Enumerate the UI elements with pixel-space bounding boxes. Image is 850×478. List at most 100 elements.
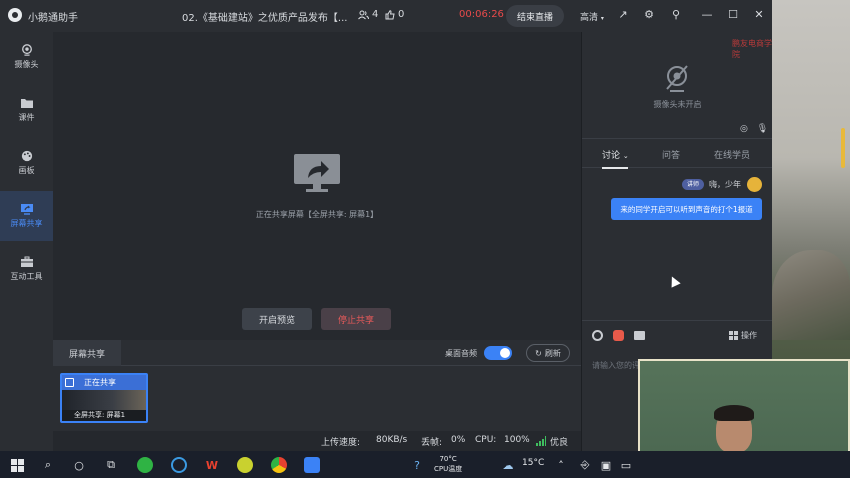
checkbox-icon: [65, 378, 74, 387]
left-sidebar: 摄像头 课件 画板 屏幕共享 互动工具: [0, 32, 53, 451]
frame-drop-value: 0%: [451, 435, 466, 445]
chevron-down-icon: ▾: [600, 15, 604, 22]
gift-icon[interactable]: [613, 330, 624, 341]
camera-tools: ◎ 🎙: [740, 124, 768, 134]
microphone-icon[interactable]: 🎙: [757, 124, 768, 134]
cortana-icon[interactable]: ○: [71, 457, 87, 473]
screen-share-icon: [20, 204, 33, 215]
app-name: 小鹅通助手: [28, 13, 78, 24]
sidebar-item-camera[interactable]: 摄像头: [0, 32, 53, 82]
close-icon[interactable]: ✕: [752, 8, 766, 22]
divider: [121, 365, 581, 366]
task-view-icon[interactable]: ⧉: [103, 457, 119, 473]
presenter-hair: [714, 405, 754, 421]
brand-watermark: 鹏友电商学院: [732, 39, 772, 59]
live-timer: 00:06:26: [459, 9, 504, 20]
thumbnail-caption: 全屏共享: 屏幕1: [62, 410, 146, 421]
camera-off-text: 摄像头未开启: [653, 100, 702, 109]
tab-online-students[interactable]: 在线学员: [714, 148, 750, 161]
share-out-icon[interactable]: ↗: [616, 8, 630, 22]
viewers-count: 4: [358, 9, 378, 20]
sidebar-item-label: 屏幕共享: [10, 219, 43, 228]
chevron-up-icon[interactable]: ˄: [553, 457, 569, 473]
maximize-icon[interactable]: ☐: [726, 8, 740, 22]
minimize-icon[interactable]: —: [700, 8, 714, 22]
windows-start-icon[interactable]: [9, 457, 25, 473]
pin-icon[interactable]: ⚲: [669, 8, 683, 22]
settings-icon[interactable]: ⚙: [642, 8, 656, 22]
camera-off-icon: [666, 65, 688, 92]
help-icon[interactable]: ?: [409, 457, 425, 473]
upload-speed-value: 80KB/s: [376, 435, 408, 445]
upload-speed-label: 上传速度:: [321, 438, 361, 448]
sidebar-item-whiteboard[interactable]: 画板: [0, 138, 53, 188]
sidebar-item-label: 互动工具: [10, 272, 43, 281]
end-live-button[interactable]: 结束直播: [506, 5, 564, 27]
mouse-cursor-icon: [667, 274, 681, 288]
tab-discussion[interactable]: 讨论 ⌄: [602, 148, 629, 161]
viewers-count-value: 4: [372, 9, 379, 20]
weather-icon: ☁: [502, 458, 514, 472]
refresh-label: 刷新: [544, 348, 561, 358]
palette-icon: [21, 150, 32, 162]
sidebar-item-screen-share[interactable]: 屏幕共享: [0, 191, 53, 241]
quality-select[interactable]: 高清 ▾: [580, 10, 604, 23]
quality-label: 高清: [580, 13, 599, 23]
folder-icon[interactable]: [634, 331, 645, 340]
likes-count-value: 0: [398, 9, 405, 20]
screen-thumbnail[interactable]: 正在共享 全屏共享: 屏幕1: [60, 373, 148, 423]
course-title: 02.《基础建站》之优质产品发布【...: [182, 13, 348, 24]
likes-count: 0: [385, 9, 404, 20]
wallpaper-hill: [772, 250, 850, 340]
tab-qa[interactable]: 问答: [662, 148, 680, 161]
cpu-value: 100%: [504, 435, 530, 445]
refresh-button[interactable]: ↻ 刷新: [526, 344, 570, 362]
cpu-temperature-value: 70°C: [439, 455, 457, 463]
camera-settings-icon[interactable]: ◎: [740, 124, 748, 134]
app-icon[interactable]: [237, 457, 253, 473]
tab-screen-share[interactable]: 屏幕共享: [53, 340, 121, 366]
thumbs-up-icon: [385, 9, 395, 19]
thumbnail-header: 正在共享: [62, 375, 146, 390]
grid-icon: [729, 331, 738, 340]
cpu-temperature: 70°C CPU温度: [434, 454, 462, 474]
stop-share-button[interactable]: 停止共享: [321, 308, 391, 330]
cpu-temperature-label: CPU温度: [434, 465, 463, 473]
sidebar-item-label: 课件: [18, 113, 35, 122]
thumbnail-preview: [62, 390, 146, 410]
scrollbar-thumb[interactable]: [841, 128, 845, 168]
xiaoetong-icon[interactable]: [304, 457, 320, 473]
emoji-icon[interactable]: [592, 330, 603, 341]
desktop-audio-toggle[interactable]: [484, 346, 512, 360]
chat-message: 来的同学开启可以听到声音的打个1报道: [611, 198, 762, 220]
refresh-icon: ↻: [535, 348, 542, 358]
folder-icon: [20, 99, 33, 108]
sidebar-item-label: 摄像头: [14, 60, 39, 69]
avatar: [747, 177, 762, 192]
open-preview-button[interactable]: 开启预览: [242, 308, 312, 330]
app-logo-icon: [8, 8, 22, 22]
sidebar-item-interactive-tools[interactable]: 互动工具: [0, 244, 53, 294]
operations-menu[interactable]: 操作: [729, 330, 757, 341]
browser-icon[interactable]: [171, 457, 187, 473]
camera-icon: [21, 44, 32, 56]
chrome-icon[interactable]: [271, 457, 287, 473]
desktop-audio-label: 桌面音频: [445, 349, 477, 358]
tray-icon[interactable]: ▭: [618, 457, 634, 473]
wechat-icon[interactable]: [137, 457, 153, 473]
sidebar-item-courseware[interactable]: 课件: [0, 85, 53, 135]
sidebar-item-label: 画板: [18, 166, 35, 175]
windows-taskbar: ⌕ ○ ⧉ W ? 70°C CPU温度 ☁ 15°C ˄ ⎆ ▣ ▭: [0, 451, 850, 478]
wps-icon[interactable]: W: [204, 457, 220, 473]
share-panel: 屏幕共享 桌面音频 ↻ 刷新 正在共享 全屏共享: 屏幕1: [53, 340, 581, 431]
usb-icon[interactable]: ⎆: [577, 457, 593, 473]
title-bar: 小鹅通助手 02.《基础建站》之优质产品发布【... 4 0 00:06:26 …: [0, 0, 772, 32]
chevron-down-icon: ⌄: [622, 152, 629, 160]
role-badge: 讲师: [682, 179, 704, 190]
toolbox-icon: [20, 256, 33, 267]
search-icon[interactable]: ⌕: [40, 457, 56, 473]
tab-discussion-label: 讨论: [602, 151, 621, 161]
ime-icon[interactable]: ▣: [598, 457, 614, 473]
right-tabs: 讨论 ⌄ 问答 在线学员: [582, 138, 773, 169]
weather-temperature: 15°C: [522, 458, 545, 468]
